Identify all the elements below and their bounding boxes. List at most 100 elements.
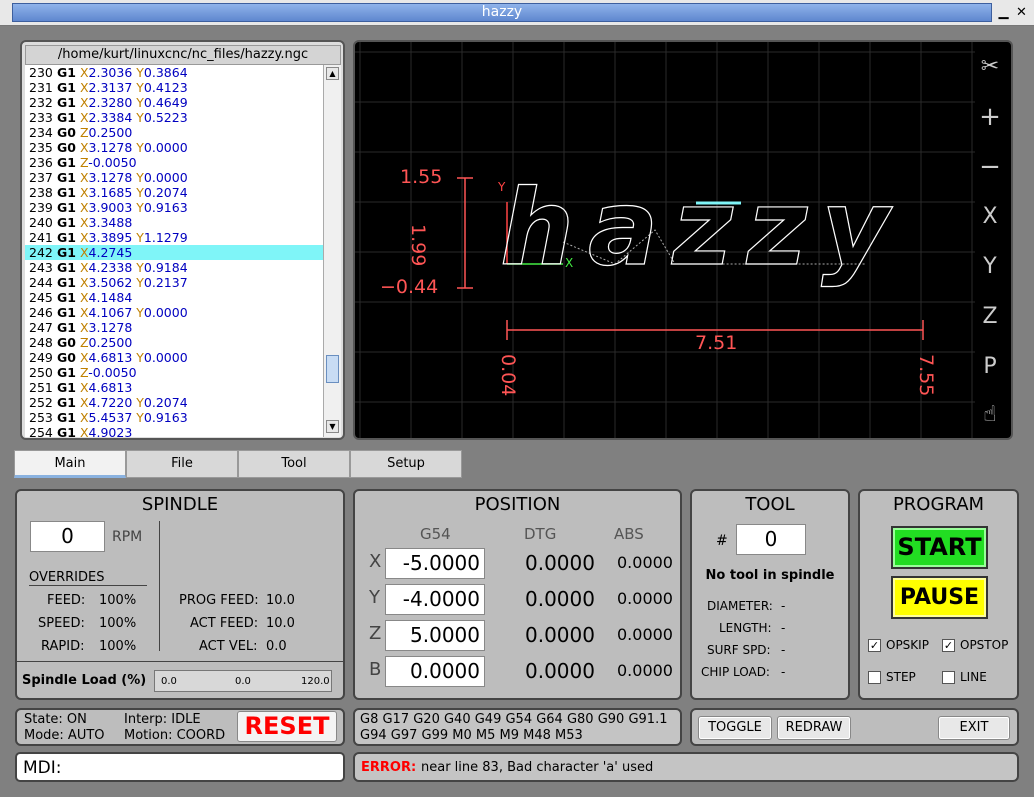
gcode-line[interactable]: 254 G1 X4.9023 (25, 425, 323, 437)
gcode-line[interactable]: 240 G1 X3.3488 (25, 215, 323, 230)
toggle-button[interactable]: TOGGLE (698, 716, 772, 740)
gcode-v1: 4.9023 (88, 425, 133, 437)
gcode-line[interactable]: 241 G1 X3.3895 Y1.1279 (25, 230, 323, 245)
view-z-button[interactable]: Z (973, 300, 1007, 334)
gcode-v2: 0.0000 (143, 350, 188, 365)
gcode-n: 234 (29, 125, 53, 140)
zoom-in-icon[interactable]: + (973, 100, 1007, 134)
gcode-line[interactable]: 237 G1 X3.1278 Y0.0000 (25, 170, 323, 185)
abs-value: 0.0000 (617, 625, 673, 644)
gcode-line[interactable]: 243 G1 X4.2338 Y0.9184 (25, 260, 323, 275)
gcode-line[interactable]: 249 G0 X4.6813 Y0.0000 (25, 350, 323, 365)
gcode-line[interactable]: 230 G1 X2.3036 Y0.3864 (25, 65, 323, 80)
gcode-line[interactable]: 248 G0 Z0.2500 (25, 335, 323, 350)
redraw-button[interactable]: REDRAW (777, 716, 851, 740)
dtg-value: 0.0000 (525, 551, 595, 575)
gcode-n: 235 (29, 140, 53, 155)
gcode-v2: 0.9163 (143, 200, 188, 215)
gcode-v1: 3.1278 (88, 140, 133, 155)
gcode-line[interactable]: 253 G1 X5.4537 Y0.9163 (25, 410, 323, 425)
scroll-thumb[interactable] (326, 355, 339, 383)
view-p-button[interactable]: P (973, 350, 1007, 384)
gcode-g: G0 (57, 140, 76, 155)
view-y-button[interactable]: Y (973, 250, 1007, 284)
gcode-a1: X (79, 65, 89, 80)
pan-hand-icon[interactable]: ☝ (973, 398, 1007, 432)
gcode-line[interactable]: 235 G0 X3.1278 Y0.0000 (25, 140, 323, 155)
abs-value: 0.0000 (617, 553, 673, 572)
error-bar: ERROR: near line 83, Bad character 'a' u… (353, 752, 1019, 782)
pause-button[interactable]: PAUSE (891, 576, 988, 619)
gcode-v1: 3.1685 (88, 185, 133, 200)
gcode-line[interactable]: 234 G0 Z0.2500 (25, 125, 323, 140)
gcode-v2: 0.4123 (143, 80, 188, 95)
dtg-value: 0.0000 (525, 587, 595, 611)
gcode-line[interactable]: 246 G1 X4.1067 Y0.0000 (25, 305, 323, 320)
dtg-value: 0.0000 (525, 623, 595, 647)
line-checkbox[interactable] (942, 671, 955, 684)
gcode-line[interactable]: 238 G1 X3.1685 Y0.2074 (25, 185, 323, 200)
gcode-line[interactable]: 247 G1 X3.1278 (25, 320, 323, 335)
gcode-v1: 3.3895 (88, 230, 133, 245)
diameter-label: DIAMETER: (707, 599, 773, 613)
gcode-listing[interactable]: 230 G1 X2.3036 Y0.3864 231 G1 X2.3137 Y0.41… (25, 65, 323, 437)
close-button[interactable]: ✕ (1014, 5, 1029, 20)
start-button[interactable]: START (891, 526, 988, 569)
scroll-down-icon[interactable]: ▼ (326, 420, 339, 433)
gcode-line[interactable]: 231 G1 X2.3137 Y0.4123 (25, 80, 323, 95)
gcode-line[interactable]: 244 G1 X3.5062 Y0.2137 (25, 275, 323, 290)
minimize-button[interactable]: ▁ (996, 5, 1011, 20)
gcode-line[interactable]: 242 G1 X4.2745 (25, 245, 323, 260)
tab-main[interactable]: Main (14, 450, 126, 478)
gcode-line[interactable]: 245 G1 X4.1484 (25, 290, 323, 305)
gcode-v1: 0.2500 (88, 335, 133, 350)
gcode-a1: X (79, 170, 89, 185)
gcode-g: G1 (57, 260, 76, 275)
gcode-line[interactable]: 250 G1 Z-0.0050 (25, 365, 323, 380)
gcode-scrollbar[interactable]: ▲ ▼ (323, 65, 341, 437)
gcode-line[interactable]: 252 G1 X4.7220 Y0.2074 (25, 395, 323, 410)
opskip-label: OPSKIP (886, 638, 929, 652)
load-current: 0.0 (235, 676, 251, 687)
gcode-a2: Y (136, 350, 144, 365)
state-text: State: ON (24, 712, 87, 727)
opskip-checkbox[interactable]: ✓ (868, 639, 881, 652)
gcode-g: G1 (57, 200, 76, 215)
reset-button[interactable]: RESET (237, 711, 337, 742)
measure-tool-icon[interactable]: ✂ (973, 50, 1007, 84)
scroll-up-icon[interactable]: ▲ (326, 67, 339, 80)
tool-number: 0 (736, 524, 806, 555)
gcode-v1: 3.5062 (88, 275, 133, 290)
tab-tool[interactable]: Tool (238, 450, 350, 478)
tab-setup[interactable]: Setup (350, 450, 462, 478)
gcode-line[interactable]: 239 G1 X3.9003 Y0.9163 (25, 200, 323, 215)
gcode-v2: 0.0000 (143, 170, 188, 185)
gcode-v2: 1.1279 (143, 230, 188, 245)
opstop-checkbox[interactable]: ✓ (942, 639, 955, 652)
program-title: PROGRAM (892, 494, 985, 515)
step-checkbox[interactable] (868, 671, 881, 684)
gcode-a1: X (79, 80, 89, 95)
gcode-a1: X (79, 245, 89, 260)
toolpath-preview[interactable]: hazzy 1.55 −0.44 1.99 7.51 0.04 7.55 Y X… (353, 40, 1013, 440)
gcode-line[interactable]: 232 G1 X2.3280 Y0.4649 (25, 95, 323, 110)
gcode-line[interactable]: 251 G1 X4.6813 (25, 380, 323, 395)
prog-feed-value: 10.0 (266, 593, 295, 608)
gcode-n: 238 (29, 185, 53, 200)
gcode-v1: 4.1484 (88, 290, 133, 305)
gcode-a1: X (79, 95, 89, 110)
gcode-g: G1 (57, 245, 76, 260)
load-min: 0.0 (161, 676, 177, 687)
view-x-button[interactable]: X (973, 200, 1007, 234)
gcode-a2: Y (136, 260, 144, 275)
gcode-v2: 0.5223 (143, 110, 188, 125)
gcode-a1: Z (79, 125, 89, 140)
exit-button[interactable]: EXIT (938, 716, 1010, 740)
axis-x-label: X (565, 256, 574, 270)
gcode-line[interactable]: 233 G1 X2.3384 Y0.5223 (25, 110, 323, 125)
zoom-out-icon[interactable]: − (973, 150, 1007, 184)
gcode-line[interactable]: 236 G1 Z-0.0050 (25, 155, 323, 170)
mdi-input[interactable]: MDI: (15, 752, 345, 782)
tab-file[interactable]: File (126, 450, 238, 478)
error-message: near line 83, Bad character 'a' used (421, 760, 654, 775)
